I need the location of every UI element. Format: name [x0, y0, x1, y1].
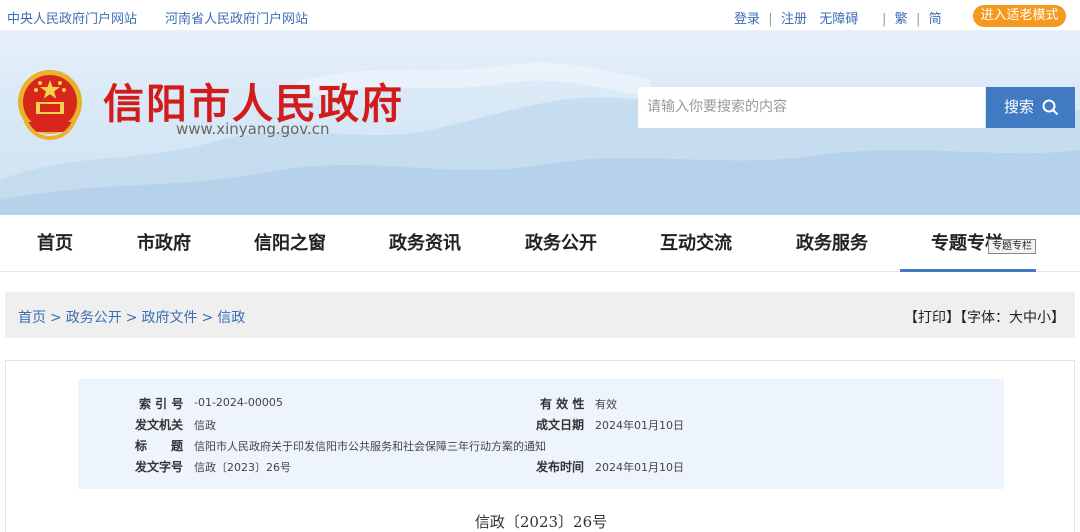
search-button-label: 搜索 — [1004, 98, 1035, 116]
nav-interaction[interactable]: 互动交流 — [650, 215, 742, 272]
search-button[interactable]: 搜索 — [986, 87, 1075, 128]
pubdate-label: 发布时间 — [536, 460, 585, 474]
page-tools: 【打印】【字体：大中小】 — [904, 307, 1065, 327]
nav-city-government[interactable]: 市政府 — [124, 215, 204, 272]
site-url: www.xinyang.gov.cn — [176, 120, 330, 138]
docno-label: 发文字号 — [135, 460, 184, 474]
date-label: 成文日期 — [536, 418, 585, 432]
login-link[interactable]: 登录 — [734, 12, 760, 27]
nav-home[interactable]: 首页 — [18, 215, 92, 272]
register-link[interactable]: 注册 — [781, 12, 807, 27]
nav-xinyang-window[interactable]: 信阳之窗 — [244, 215, 336, 272]
issuer-value: 信政 — [194, 419, 216, 432]
traditional-chinese-link[interactable]: 繁 — [895, 12, 908, 27]
breadcrumb-separator: > — [125, 310, 138, 326]
pubdate-value: 2024年01月10日 — [595, 461, 684, 474]
top-bar: 中央人民政府门户网站 河南省人民政府门户网站 登录 | 注册 无障碍 | 繁 |… — [0, 0, 1080, 32]
validity-value: 有效 — [595, 398, 617, 411]
validity-label: 有 效 性 — [540, 397, 585, 411]
breadcrumb-separator: > — [201, 310, 214, 326]
elder-mode-button[interactable]: 进入适老模式 — [973, 5, 1066, 27]
title-label: 标 题 — [135, 439, 184, 453]
main-navigation: 首页 市政府 信阳之窗 政务资讯 政务公开 互动交流 政务服务 专题专栏 专题专… — [0, 215, 1080, 272]
breadcrumb-home[interactable]: 首页 — [18, 310, 46, 326]
title-value: 信阳市人民政府关于印发信阳市公共服务和社会保障三年行动方案的通知 — [194, 440, 546, 453]
divider: | — [911, 12, 925, 27]
font-size-control[interactable]: 【字体：大中小】 — [960, 310, 1065, 326]
breadcrumb-government-affairs[interactable]: 政务公开 — [66, 310, 122, 326]
link-central-government[interactable]: 中央人民政府门户网站 — [7, 8, 137, 27]
print-link[interactable]: 【打印】 — [904, 310, 960, 326]
search-input[interactable]: 请输入你要搜索的内容 — [638, 87, 985, 128]
nav-tooltip: 专题专栏 — [988, 239, 1036, 254]
national-emblem-icon — [18, 70, 82, 141]
document-number: 信政〔2023〕26号 — [474, 513, 608, 531]
document-content: 索 引 号 -01-2024-00005 有 效 性 有效 发文机关 信政 成文… — [5, 360, 1075, 532]
divider: | — [882, 12, 891, 27]
breadcrumb-government-documents[interactable]: 政府文件 — [141, 310, 197, 326]
breadcrumb-separator: > — [50, 310, 62, 326]
breadcrumb-xinzheng[interactable]: 信政 — [217, 310, 245, 326]
breadcrumb-bar: 首页 > 政务公开 > 政府文件 > 信政 【打印】【字体：大中小】 — [5, 292, 1075, 338]
date-value: 2024年01月10日 — [595, 419, 684, 432]
divider: | — [764, 12, 777, 27]
simplified-chinese-link[interactable]: 简 — [929, 12, 942, 27]
nav-government-services[interactable]: 政务服务 — [786, 215, 878, 272]
docno-value: 信政〔2023〕26号 — [194, 461, 291, 474]
nav-government-news[interactable]: 政务资讯 — [379, 215, 471, 272]
document-metadata: 索 引 号 -01-2024-00005 有 效 性 有效 发文机关 信政 成文… — [78, 379, 1004, 489]
index-value: -01-2024-00005 — [194, 396, 283, 409]
language-switch: | 繁 | 简 — [882, 8, 942, 27]
nav-government-affairs[interactable]: 政务公开 — [515, 215, 607, 272]
link-henan-government[interactable]: 河南省人民政府门户网站 — [165, 8, 308, 27]
accessibility-link[interactable]: 无障碍 — [819, 12, 858, 27]
search-icon — [1042, 99, 1059, 116]
index-label: 索 引 号 — [139, 397, 184, 411]
account-links: 登录 | 注册 无障碍 — [734, 8, 858, 27]
issuer-label: 发文机关 — [135, 418, 184, 432]
header-banner: 信阳市人民政府 www.xinyang.gov.cn 请输入你要搜索的内容 搜索 — [0, 30, 1080, 215]
breadcrumb: 首页 > 政务公开 > 政府文件 > 信政 — [18, 307, 245, 327]
